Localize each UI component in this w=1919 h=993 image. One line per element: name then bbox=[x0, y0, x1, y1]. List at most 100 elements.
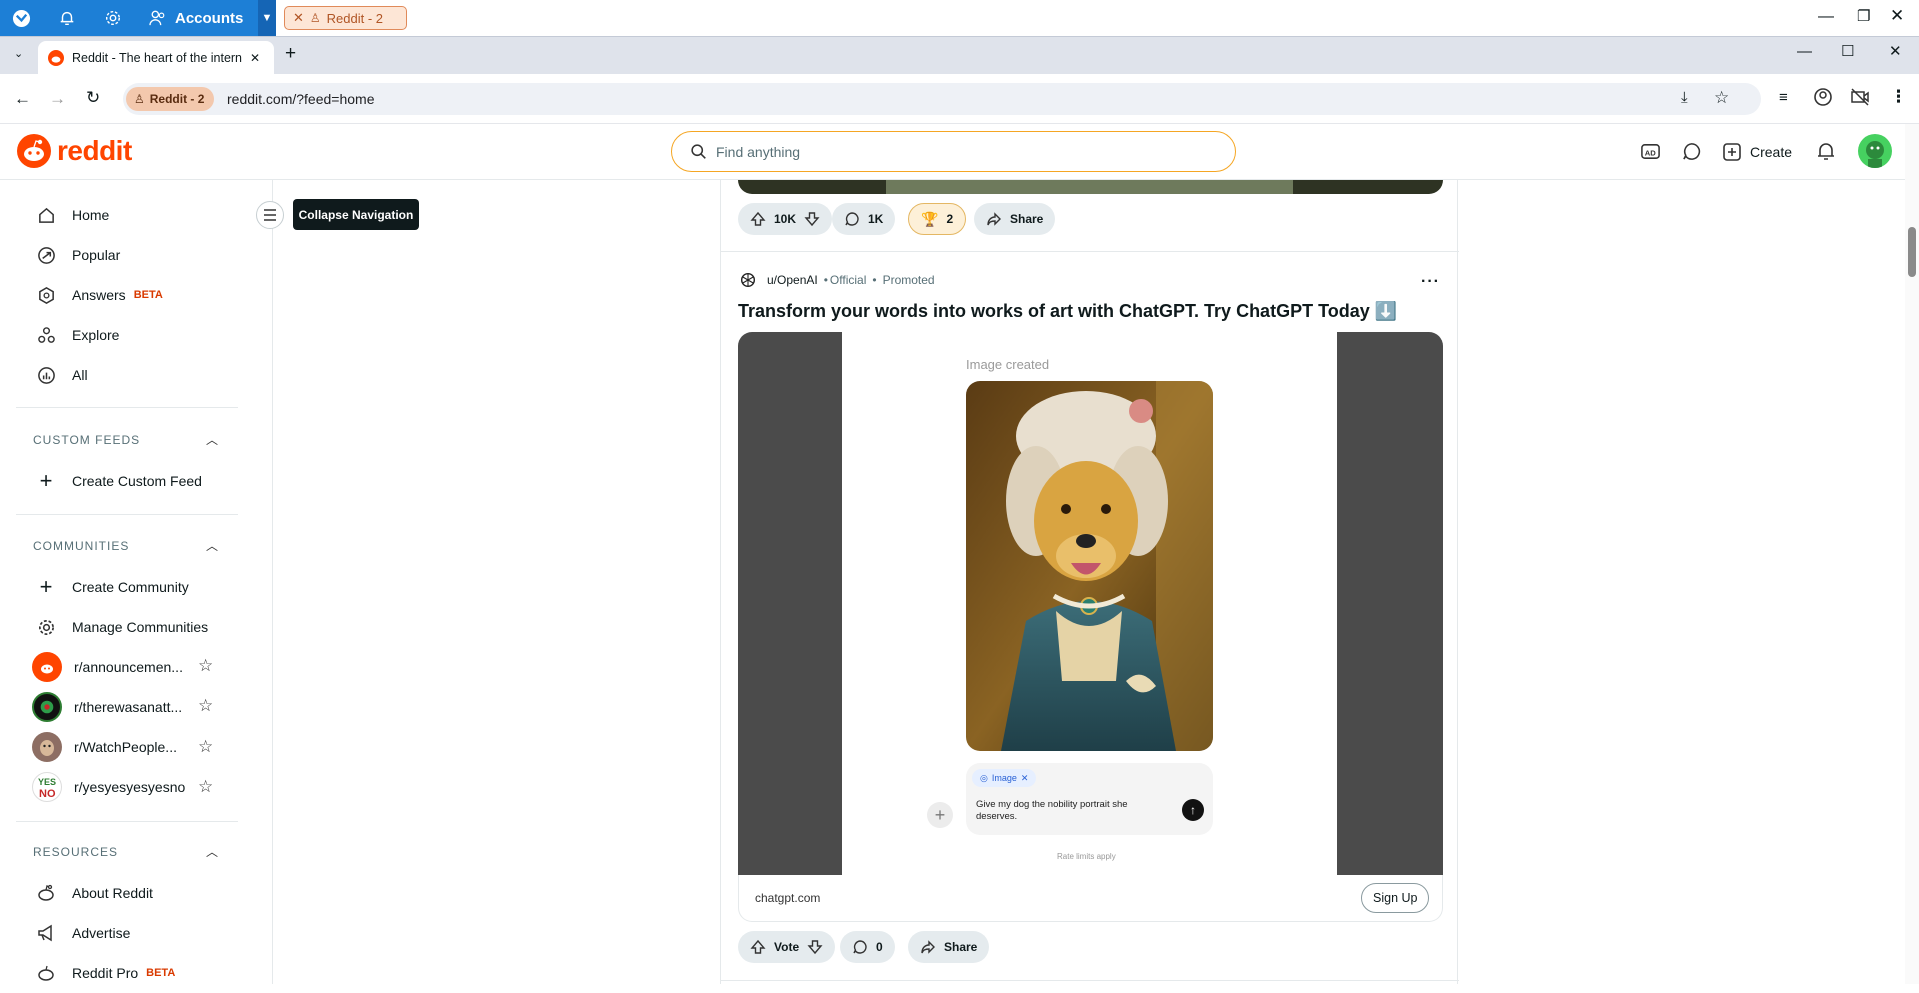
install-icon[interactable]: ⤓ bbox=[1681, 89, 1688, 106]
scrollbar-thumb[interactable] bbox=[1908, 227, 1916, 277]
forward-icon[interactable]: → bbox=[49, 89, 66, 109]
downvote-icon[interactable] bbox=[804, 211, 820, 227]
create-label: Create bbox=[1750, 144, 1793, 160]
tab-close-icon[interactable]: ✕ bbox=[250, 51, 260, 65]
sidebar-item-about-reddit[interactable]: About Reddit bbox=[34, 873, 153, 913]
sidebar-item-reddit-pro[interactable]: Reddit Pro BETA bbox=[34, 953, 175, 993]
restore-icon[interactable]: ❐ bbox=[1857, 7, 1870, 25]
media-icon[interactable]: ≡ bbox=[1779, 89, 1788, 106]
more-options-icon[interactable]: ··· bbox=[1421, 273, 1440, 291]
search-input[interactable]: Find anything bbox=[671, 131, 1236, 172]
favorite-star-icon[interactable]: ☆ bbox=[198, 737, 213, 757]
person-icon: ♙ bbox=[309, 11, 321, 25]
post-title[interactable]: Transform your words into works of art w… bbox=[738, 301, 1397, 322]
sidebar-item-answers[interactable]: Answers BETA bbox=[34, 275, 163, 315]
close-icon[interactable]: ✕ bbox=[293, 10, 304, 26]
community-item-therewasanattempt[interactable]: r/therewasanatt... bbox=[32, 687, 182, 727]
manage-communities-button[interactable]: Manage Communities bbox=[34, 607, 208, 647]
plus-square-icon bbox=[1723, 143, 1741, 161]
chevron-up-icon[interactable]: ︿ bbox=[206, 537, 218, 554]
tab-list-chevron-icon[interactable]: ⌄ bbox=[14, 47, 23, 60]
profile-chip[interactable]: ♙ Reddit - 2 bbox=[126, 87, 214, 111]
community-name: r/WatchPeople... bbox=[74, 739, 177, 755]
ad-domain[interactable]: chatgpt.com bbox=[755, 891, 820, 905]
browser-maximize-icon[interactable]: ☐ bbox=[1841, 42, 1854, 60]
main-feed: 10K 1K 🏆 2 Share u/OpenAI • Official • P… bbox=[720, 180, 1459, 984]
upvote-icon[interactable] bbox=[750, 211, 766, 227]
sidebar-item-label: Popular bbox=[72, 247, 121, 263]
chevron-up-icon[interactable]: ︿ bbox=[206, 843, 218, 860]
favorite-star-icon[interactable]: ☆ bbox=[198, 777, 213, 797]
advertise-icon[interactable]: AD bbox=[1640, 141, 1661, 162]
comment-icon bbox=[852, 939, 868, 955]
upvote-icon[interactable] bbox=[750, 939, 766, 955]
accounts-button[interactable]: Accounts bbox=[137, 0, 275, 36]
page-scrollbar[interactable] bbox=[1905, 124, 1919, 984]
minimize-icon[interactable]: — bbox=[1818, 8, 1834, 26]
create-custom-feed-button[interactable]: + Create Custom Feed bbox=[34, 461, 202, 501]
prev-post-share-button[interactable]: Share bbox=[974, 203, 1056, 235]
custom-feeds-title[interactable]: CUSTOM FEEDS bbox=[33, 433, 140, 447]
post-author[interactable]: u/OpenAI bbox=[767, 273, 818, 287]
app-logo-icon[interactable] bbox=[12, 9, 31, 28]
prev-post-comments-button[interactable]: 1K bbox=[832, 203, 896, 235]
community-item-yesyesyesyesno[interactable]: YES NO r/yesyesyesyesno bbox=[32, 767, 185, 807]
resources-title[interactable]: RESOURCES bbox=[33, 845, 118, 859]
beta-badge: BETA bbox=[146, 967, 176, 979]
browser-close-icon[interactable]: ✕ bbox=[1889, 42, 1902, 60]
address-bar[interactable]: ♙ Reddit - 2 reddit.com/?feed=home ⤓ ☆ bbox=[123, 83, 1761, 115]
camera-off-icon[interactable] bbox=[1850, 87, 1870, 107]
bookmark-star-icon[interactable]: ☆ bbox=[1714, 88, 1729, 108]
chevron-up-icon[interactable]: ︿ bbox=[206, 431, 218, 448]
sidebar-item-advertise[interactable]: Advertise bbox=[34, 913, 130, 953]
create-community-button[interactable]: + Create Community bbox=[34, 567, 189, 607]
openai-logo-icon[interactable] bbox=[739, 271, 757, 289]
user-avatar[interactable] bbox=[1858, 134, 1892, 168]
favorite-star-icon[interactable]: ☆ bbox=[198, 656, 213, 676]
plus-icon: + bbox=[39, 574, 53, 599]
community-item-announcements[interactable]: r/announcemen... bbox=[32, 647, 183, 687]
sidebar-item-label: Reddit Pro bbox=[72, 965, 139, 981]
post-meta: u/OpenAI • Official • Promoted bbox=[739, 271, 935, 289]
community-item-watchpeople[interactable]: r/WatchPeople... bbox=[32, 727, 177, 767]
sidebar-item-label: Create Community bbox=[72, 579, 189, 595]
previous-post-media[interactable] bbox=[738, 180, 1443, 194]
browser-minimize-icon[interactable]: — bbox=[1797, 43, 1812, 60]
account-circle-icon[interactable] bbox=[1813, 87, 1833, 107]
favorite-star-icon[interactable]: ☆ bbox=[198, 696, 213, 716]
gear-icon[interactable] bbox=[104, 9, 122, 27]
post-media[interactable]: Image created + ◎ Image ✕ Give my dog th… bbox=[738, 332, 1443, 875]
url-text[interactable]: reddit.com/?feed=home bbox=[227, 91, 374, 107]
sign-up-button[interactable]: Sign Up bbox=[1361, 883, 1430, 913]
sidebar-divider bbox=[16, 407, 238, 408]
bell-icon[interactable] bbox=[58, 9, 76, 27]
share-label: Share bbox=[944, 940, 978, 954]
reddit-outline-icon bbox=[34, 883, 58, 903]
sidebar-item-popular[interactable]: Popular bbox=[34, 235, 120, 275]
browser-tab-reddit[interactable]: Reddit - The heart of the internet ✕ bbox=[38, 41, 274, 75]
communities-title[interactable]: COMMUNITIES bbox=[33, 539, 129, 553]
os-profile-pill[interactable]: ✕ ♙ Reddit - 2 bbox=[284, 6, 407, 30]
window-close-icon[interactable]: ✕ bbox=[1890, 6, 1904, 26]
collapse-navigation-button[interactable] bbox=[256, 201, 284, 229]
reddit-logo[interactable]: reddit bbox=[17, 134, 132, 168]
sidebar-item-home[interactable]: Home bbox=[34, 195, 109, 235]
reddit-snoo-icon bbox=[17, 134, 51, 168]
reload-icon[interactable]: ↻ bbox=[86, 88, 100, 108]
reddit-pro-icon bbox=[34, 963, 58, 983]
ad-link-bar[interactable]: chatgpt.com Sign Up bbox=[738, 875, 1443, 922]
new-tab-button[interactable]: + bbox=[285, 43, 296, 65]
sidebar-item-all[interactable]: All bbox=[34, 355, 88, 395]
browser-menu-icon[interactable]: ⋮ bbox=[1890, 87, 1907, 107]
back-icon[interactable]: ← bbox=[14, 89, 31, 109]
sidebar-item-explore[interactable]: Explore bbox=[34, 315, 119, 355]
prev-post-award-button[interactable]: 🏆 2 bbox=[908, 203, 967, 235]
post-share-button[interactable]: Share bbox=[908, 931, 990, 963]
chat-icon[interactable] bbox=[1681, 141, 1702, 162]
explore-icon bbox=[34, 326, 58, 345]
post-comments-button[interactable]: 0 bbox=[840, 931, 895, 963]
downvote-icon[interactable] bbox=[807, 939, 823, 955]
notification-bell-icon[interactable] bbox=[1816, 141, 1836, 162]
accounts-caret-icon[interactable]: ▼ bbox=[258, 0, 276, 36]
create-button[interactable]: Create bbox=[1722, 137, 1792, 167]
